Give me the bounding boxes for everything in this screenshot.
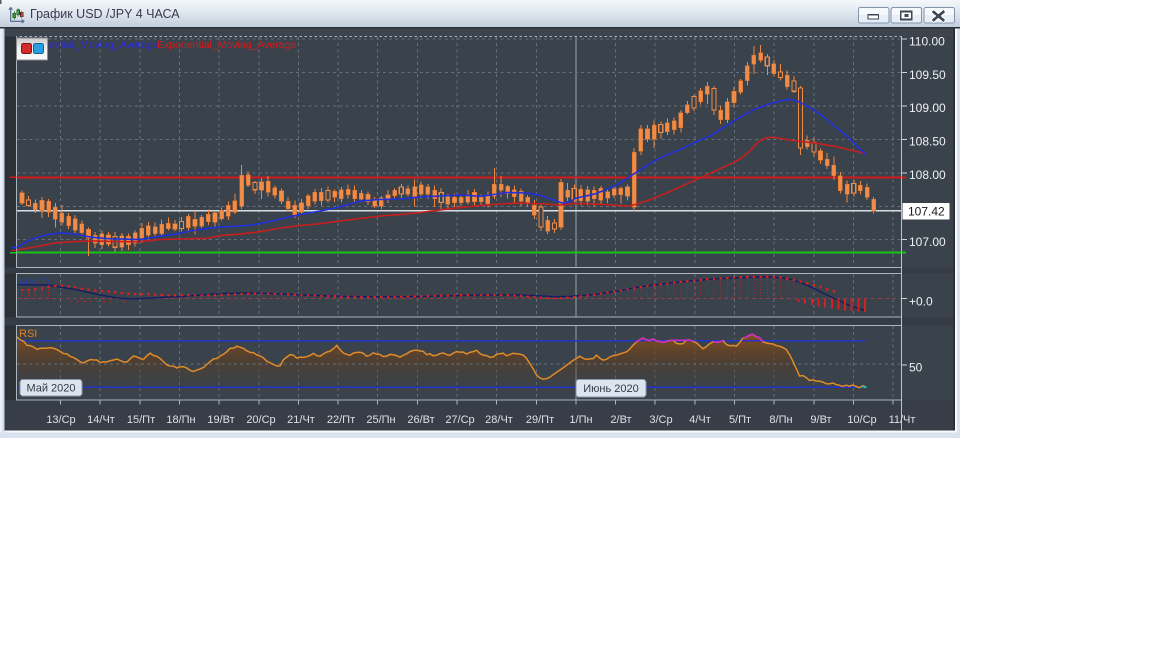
svg-text:50: 50 [909, 361, 923, 375]
svg-text:109.50: 109.50 [909, 68, 946, 82]
svg-text:28/Чт: 28/Чт [485, 414, 513, 426]
svg-text:RSI: RSI [19, 328, 37, 340]
svg-text:Июнь 2020: Июнь 2020 [583, 383, 639, 395]
svg-text:22/Пт: 22/Пт [327, 414, 355, 426]
svg-text:21/Чт: 21/Чт [287, 414, 315, 426]
svg-text:25/Пн: 25/Пн [366, 414, 395, 426]
svg-text:2/Вт: 2/Вт [610, 414, 631, 426]
svg-text:9/Вт: 9/Вт [810, 414, 831, 426]
svg-text:108.50: 108.50 [909, 135, 946, 149]
svg-text:107.42: 107.42 [908, 204, 945, 218]
svg-text:29/Пт: 29/Пт [526, 414, 554, 426]
svg-text:1/Пн: 1/Пн [569, 414, 592, 426]
svg-text:График USD /JPY 4 ЧАСА: График USD /JPY 4 ЧАСА [30, 7, 180, 21]
svg-text:11/Чт: 11/Чт [889, 414, 916, 426]
svg-text:Exponential_Moving_Average: Exponential_Moving_Average [157, 39, 296, 51]
svg-text:15/Пт: 15/Пт [127, 414, 155, 426]
svg-text:4/Чт: 4/Чт [689, 414, 711, 426]
svg-text:8/Пн: 8/Пн [769, 414, 792, 426]
svg-text:10/Ср: 10/Ср [847, 414, 876, 426]
svg-text:5/Пт: 5/Пт [729, 414, 751, 426]
svg-text:109.00: 109.00 [909, 101, 946, 115]
svg-text:MACD: MACD [19, 277, 50, 289]
svg-text:13/Ср: 13/Ср [46, 414, 75, 426]
svg-text:Май 2020: Май 2020 [26, 383, 75, 395]
svg-text:110.00: 110.00 [909, 34, 945, 48]
svg-text:26/Вт: 26/Вт [407, 414, 434, 426]
svg-text:14/Чт: 14/Чт [87, 414, 115, 426]
svg-text:18/Пн: 18/Пн [166, 414, 195, 426]
svg-text:+0.0: +0.0 [909, 295, 933, 309]
svg-text:3/Ср: 3/Ср [649, 414, 672, 426]
svg-text:27/Ср: 27/Ср [445, 414, 474, 426]
svg-text:20/Ср: 20/Ср [246, 414, 275, 426]
svg-text:108.00: 108.00 [909, 168, 946, 182]
svg-text:107.00: 107.00 [909, 235, 946, 249]
svg-text:19/Вт: 19/Вт [207, 414, 234, 426]
svg-text:ential_Moving_Average: ential_Moving_Average [49, 39, 159, 51]
